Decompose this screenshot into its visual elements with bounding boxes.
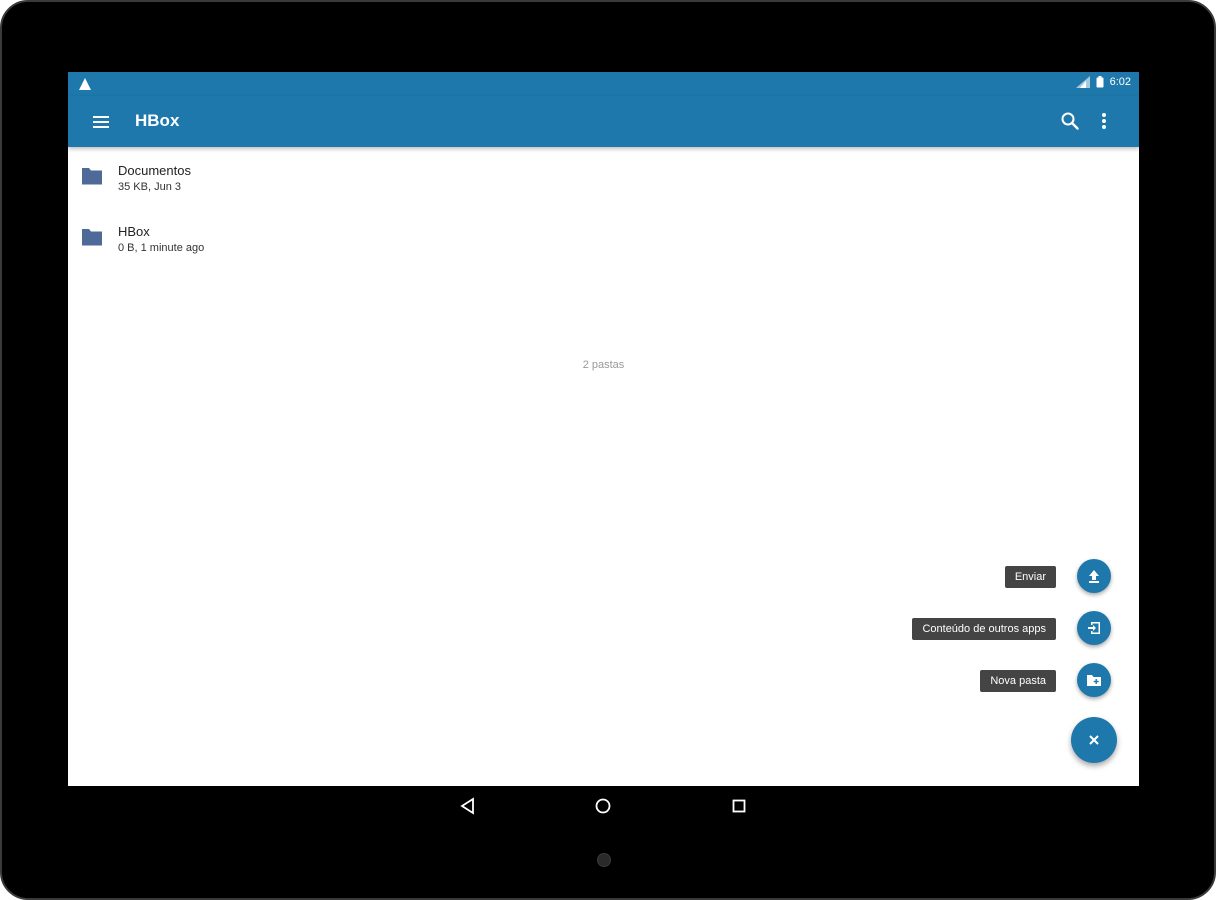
file-list: Documentos 35 KB, Jun 3 HBox 0 B, 1 minu… [68,147,1139,269]
close-fab-button[interactable] [1071,717,1117,763]
home-icon[interactable] [593,796,613,816]
close-icon [1089,735,1099,745]
folder-count: 2 pastas [582,359,625,371]
signal-icon [1075,76,1090,88]
app-title: HBox [135,111,180,130]
recents-icon[interactable] [729,796,749,816]
system-nav-bar [68,786,1139,826]
back-icon[interactable] [458,796,478,816]
camera-dot [597,853,611,867]
folder-icon [82,229,102,246]
search-icon[interactable] [1059,110,1081,132]
item-meta: 0 B, 1 minute ago [118,242,205,254]
app-screen: 6:02 HBox Documentos 35 KB, Jun 3 HBox 0… [68,72,1139,786]
status-bar: 6:02 [68,72,1139,96]
warning-triangle-icon [79,78,91,90]
battery-icon [1096,76,1104,88]
upload-icon [1089,570,1099,583]
other-apps-label[interactable]: Conteúdo de outros apps [912,618,1056,640]
status-time: 6:02 [1109,76,1131,88]
upload-button[interactable] [1077,559,1111,593]
input-icon [1088,622,1100,634]
folder-icon [82,168,102,185]
app-toolbar: HBox [68,96,1139,147]
upload-label[interactable]: Enviar [1004,566,1056,588]
other-apps-button[interactable] [1077,611,1111,645]
new-folder-button[interactable] [1077,663,1111,697]
new-folder-label[interactable]: Nova pasta [980,670,1056,692]
list-item[interactable]: HBox 0 B, 1 minute ago [68,208,1139,269]
list-item[interactable]: Documentos 35 KB, Jun 3 [68,147,1139,208]
menu-icon[interactable] [90,111,112,133]
item-meta: 35 KB, Jun 3 [118,181,181,193]
item-name: Documentos [118,163,191,178]
more-vert-icon[interactable] [1093,110,1115,132]
item-name: HBox [118,224,150,239]
create-folder-icon [1087,675,1101,686]
